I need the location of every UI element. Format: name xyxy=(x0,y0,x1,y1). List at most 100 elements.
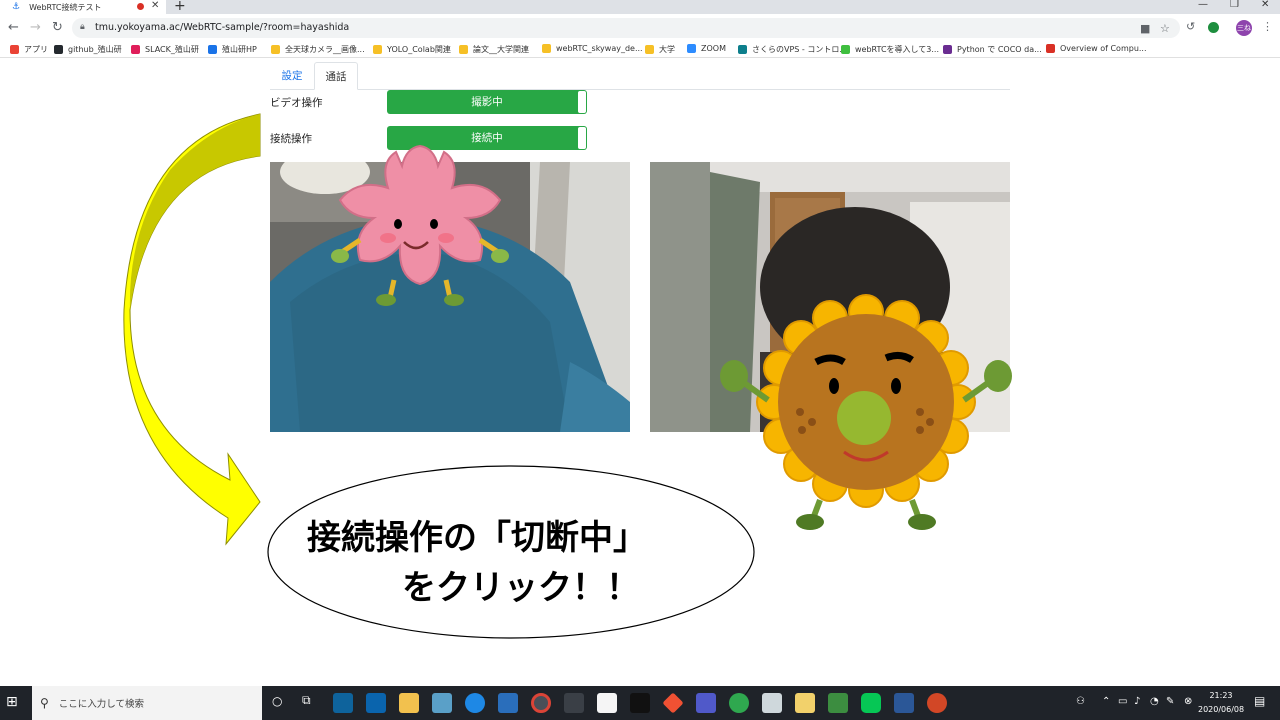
battery-icon[interactable]: ▭ xyxy=(1118,696,1127,707)
lock-icon: 🔒︎ xyxy=(80,22,85,32)
window-close-icon[interactable]: ✕ xyxy=(1261,0,1269,10)
explorer-app-icon[interactable] xyxy=(399,693,419,713)
windows-start-icon[interactable]: ⊞ xyxy=(6,694,18,710)
bookmark-item[interactable]: 大学 xyxy=(645,44,675,55)
menu-icon[interactable]: ⋮ xyxy=(1262,20,1273,33)
bookmark-item[interactable]: github_殖山研 xyxy=(54,44,122,55)
tab-title: WebRTC接続テスト xyxy=(29,2,102,12)
bookmark-icon xyxy=(208,45,217,54)
app-icon-13[interactable] xyxy=(729,693,749,713)
bookmark-label: webRTCを導入して3... xyxy=(855,45,940,54)
chrome-app-icon[interactable] xyxy=(531,693,551,713)
browser-toolbar: ← → ↻ 🔒︎ tmu.yokoyama.ac/WebRTC-sample/?… xyxy=(0,14,1280,42)
bookmark-label: github_殖山研 xyxy=(68,45,122,54)
bookmark-icon xyxy=(1046,44,1055,53)
tab-call[interactable]: 通話 xyxy=(314,62,358,90)
windows-taskbar: ⊞ ⚲ ここに入力して検索 ○ ⧉ ⚇ ⌃ ▭ ♪ ◔ ✎ ⊗ 21:23 20… xyxy=(0,686,1280,720)
minimize-icon[interactable]: — xyxy=(1198,0,1208,10)
star-icon[interactable]: ☆ xyxy=(1160,22,1170,35)
tab-settings[interactable]: 設定 xyxy=(270,62,314,90)
history-icon[interactable]: ↺ xyxy=(1186,20,1195,33)
bookmark-item[interactable]: webRTCを導入して3... xyxy=(841,44,939,55)
bookmark-item[interactable]: YOLO_Colab関連 xyxy=(373,44,451,55)
bookmark-item[interactable]: さくらのVPS - コントロ... xyxy=(738,44,847,55)
store-app-icon[interactable] xyxy=(597,693,617,713)
bookmark-item[interactable]: アプリ xyxy=(10,44,48,55)
app-icon-15[interactable] xyxy=(795,693,815,713)
teams-app-icon[interactable] xyxy=(696,693,716,713)
restore-icon[interactable]: ❐ xyxy=(1230,0,1239,10)
taskbar-search[interactable]: ⚲ ここに入力して検索 xyxy=(32,686,262,720)
connection-toggle-handle xyxy=(578,127,586,149)
bookmark-item[interactable]: SLACK_殖山研 xyxy=(131,44,199,55)
notification-icon[interactable]: ▤ xyxy=(1254,694,1265,708)
url-text: tmu.yokoyama.ac/WebRTC-sample/?room=haya… xyxy=(95,22,350,33)
page-tabs: 設定 通話 xyxy=(270,62,1010,90)
callout-line-2: をクリック！！ xyxy=(402,568,640,608)
browser-tab-strip: ⚓ WebRTC接続テスト ✕ + — ❐ ✕ xyxy=(0,0,1280,14)
people-icon[interactable]: ⚇ xyxy=(1076,696,1085,707)
bookmark-item[interactable]: Python で COCO da... xyxy=(943,44,1042,55)
bookmark-label: webRTC_skyway_de... xyxy=(556,44,643,53)
bookmark-item[interactable]: ZOOM xyxy=(687,44,726,53)
profile-avatar[interactable]: 三ね xyxy=(1236,20,1252,36)
app-icon-18[interactable] xyxy=(894,693,914,713)
task-view-icon[interactable]: ⧉ xyxy=(302,693,311,708)
vscode-app-icon[interactable] xyxy=(333,693,353,713)
bookmark-item[interactable]: Overview of Compu... xyxy=(1046,44,1147,53)
bookmark-label: さくらのVPS - コントロ... xyxy=(752,45,847,54)
status-icon[interactable]: ⊗ xyxy=(1184,696,1192,707)
app-icon-16[interactable] xyxy=(828,693,848,713)
anchor-icon: ⚓ xyxy=(12,2,21,12)
pen-icon[interactable]: ✎ xyxy=(1166,696,1174,707)
virtualbox-app-icon[interactable] xyxy=(762,693,782,713)
camera-icon[interactable]: ■ xyxy=(1140,22,1150,35)
edge-app-icon[interactable] xyxy=(465,693,485,713)
taskbar-clock[interactable]: 21:23 2020/06/08 xyxy=(1198,689,1244,717)
wifi-icon[interactable]: ◔ xyxy=(1150,696,1159,707)
bookmark-item[interactable]: webRTC_skyway_de... xyxy=(542,44,643,53)
video-toggle-button[interactable]: 撮影中 xyxy=(387,90,587,114)
terminal-app-icon[interactable] xyxy=(630,693,650,713)
close-tab-icon[interactable]: ✕ xyxy=(151,0,159,11)
line-app-icon[interactable] xyxy=(861,693,881,713)
address-bar[interactable]: 🔒︎ tmu.yokoyama.ac/WebRTC-sample/?room=h… xyxy=(72,18,1180,38)
video-toggle-handle xyxy=(578,91,586,113)
bookmark-item[interactable]: 全天球カメラ__画像... xyxy=(271,44,365,55)
bookmark-label: YOLO_Colab関連 xyxy=(387,45,451,54)
extension-icon[interactable] xyxy=(1208,22,1219,33)
bookmark-label: アプリ xyxy=(24,45,48,54)
git-app-icon[interactable] xyxy=(662,692,684,714)
bookmark-label: 全天球カメラ__画像... xyxy=(285,45,365,54)
volume-icon[interactable]: ♪ xyxy=(1134,696,1140,707)
clock-date: 2020/06/08 xyxy=(1198,705,1245,714)
cortana-icon[interactable]: ○ xyxy=(272,694,282,708)
app-icon-8[interactable] xyxy=(564,693,584,713)
bookmark-item[interactable]: 論文__大学関連 xyxy=(459,44,529,55)
browser-tab[interactable]: ⚓ WebRTC接続テスト ✕ xyxy=(0,0,166,14)
app-icon-4[interactable] xyxy=(432,693,452,713)
reload-icon[interactable]: ↻ xyxy=(52,20,63,35)
forward-icon[interactable]: → xyxy=(30,20,41,35)
mail-app-icon[interactable] xyxy=(366,693,386,713)
bookmark-icon xyxy=(943,45,952,54)
tray-chevron-icon[interactable]: ⌃ xyxy=(1102,696,1110,707)
screen: ⚓ WebRTC接続テスト ✕ + — ❐ ✕ ← → ↻ 🔒︎ tmu.yok… xyxy=(0,0,1280,720)
search-icon: ⚲ xyxy=(40,696,49,710)
bookmarks-bar: アプリ github_殖山研 SLACK_殖山研 殖山研HP 全天球カメラ__画像...… xyxy=(0,42,1280,58)
sakura-mascot xyxy=(331,144,509,306)
bookmark-icon xyxy=(738,45,747,54)
taskbar-search-placeholder: ここに入力して検索 xyxy=(58,699,145,710)
bookmark-label: Overview of Compu... xyxy=(1060,44,1147,53)
bookmark-item[interactable]: 殖山研HP xyxy=(208,44,257,55)
back-icon[interactable]: ← xyxy=(8,20,19,35)
bookmark-icon xyxy=(542,44,551,53)
bookmark-icon xyxy=(459,45,468,54)
recording-icon xyxy=(137,3,144,10)
callout-line-1: 接続操作の「切断中」 xyxy=(307,518,647,558)
bookmark-icon xyxy=(841,45,850,54)
powerpoint-app-icon[interactable] xyxy=(927,693,947,713)
bookmark-label: Python で COCO da... xyxy=(957,45,1042,54)
new-tab-icon[interactable]: + xyxy=(174,0,186,14)
app-icon-6[interactable] xyxy=(498,693,518,713)
